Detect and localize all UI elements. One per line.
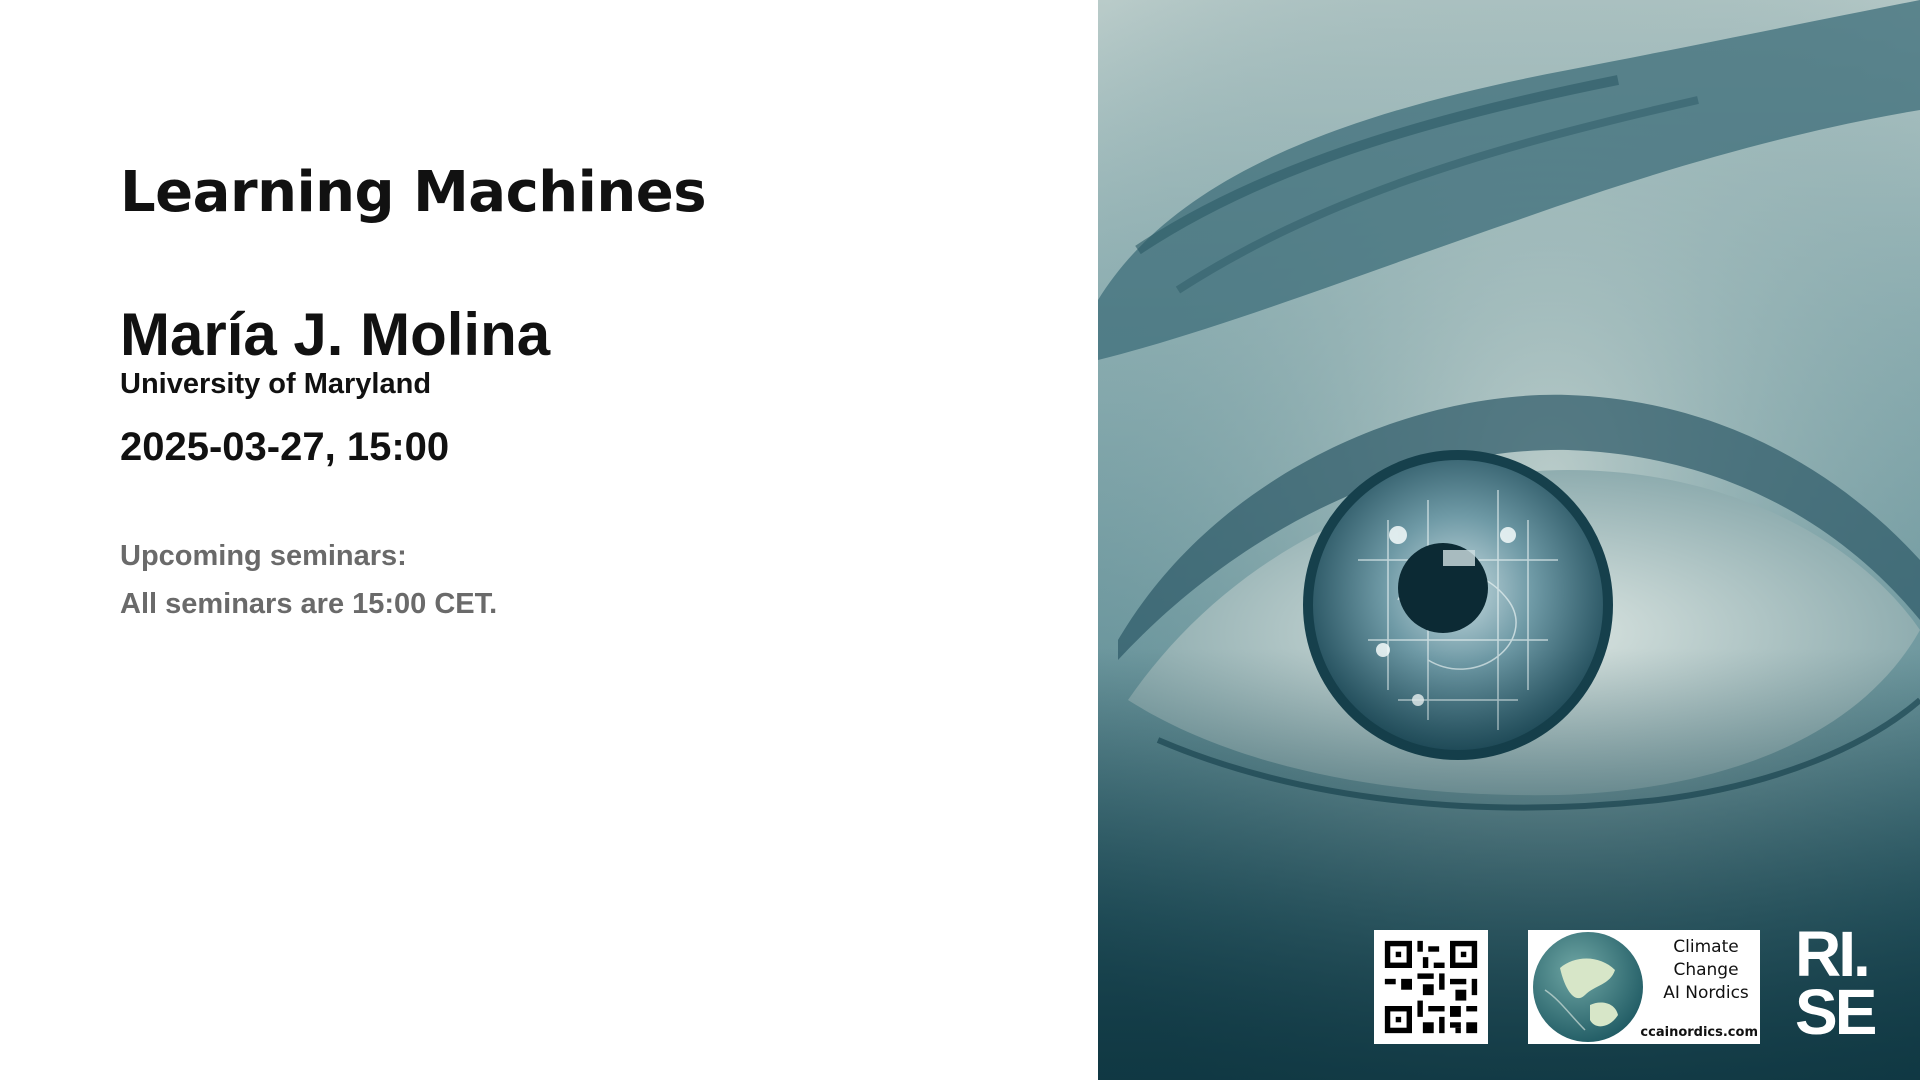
upcoming-seminars-note: All seminars are 15:00 CET. (120, 588, 498, 620)
ccai-nordics-logo[interactable]: Climate Change AI Nordics ccainordics.co… (1528, 930, 1760, 1044)
ccai-line-2: Change (1673, 960, 1739, 980)
ccai-line-1: Climate (1673, 937, 1739, 957)
ccai-url[interactable]: ccainordics.com (1640, 1025, 1758, 1040)
rise-logo-line-1: RI. (1795, 918, 1871, 990)
ccai-name: Climate Change AI Nordics (1654, 936, 1758, 1005)
globe-icon (1533, 932, 1643, 1042)
speaker-name: María J. Molina (120, 301, 551, 368)
ccai-line-3: AI Nordics (1663, 983, 1749, 1003)
rise-logo-line-2: SE (1795, 976, 1877, 1048)
speaker-affiliation: University of Maryland (120, 368, 432, 400)
seminar-datetime: 2025-03-27, 15:00 (120, 425, 450, 469)
text-panel: Learning Machines María J. Molina Univer… (0, 0, 1098, 1080)
upcoming-seminars-heading: Upcoming seminars: (120, 540, 407, 572)
rise-logo: RI. SE (1795, 918, 1895, 1050)
series-title: Learning Machines (120, 160, 707, 225)
qr-code[interactable] (1374, 930, 1488, 1044)
qr-code-icon (1374, 930, 1488, 1044)
